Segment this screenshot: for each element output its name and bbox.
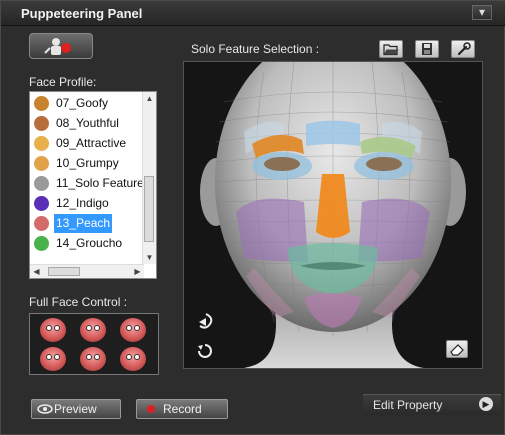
record-button[interactable]: Record	[136, 399, 228, 419]
collapse-button[interactable]: ▾	[472, 5, 492, 20]
list-item[interactable]: 10_Grumpy	[32, 154, 146, 173]
full-face-preset-icon[interactable]	[120, 347, 146, 371]
full-face-preset-icon[interactable]	[80, 347, 106, 371]
list-item-label: 07_Goofy	[56, 96, 109, 110]
list-item-label: 12_Indigo	[56, 196, 109, 210]
puppet-record-icon	[44, 38, 71, 55]
settings-button[interactable]	[451, 40, 475, 58]
full-face-preset-icon[interactable]	[80, 318, 106, 342]
head-model[interactable]	[184, 62, 482, 368]
full-face-control-label: Full Face Control :	[29, 295, 128, 309]
save-icon	[422, 43, 432, 55]
list-item[interactable]: 14_Groucho	[32, 234, 146, 253]
full-face-control-grid	[29, 313, 159, 375]
face-thumbnail-icon	[34, 176, 49, 191]
list-item[interactable]: 07_Goofy	[32, 94, 146, 113]
reset-icon[interactable]	[196, 342, 214, 360]
scroll-left-icon[interactable]: ◀	[30, 265, 43, 278]
list-item[interactable]: 08_Youthful	[32, 114, 146, 133]
face-thumbnail-icon	[34, 156, 49, 171]
face-thumbnail-icon	[34, 116, 49, 131]
edit-property-button[interactable]: Edit Property ▶	[363, 394, 501, 415]
list-item[interactable]: 11_Solo Feature	[32, 174, 146, 193]
preview-label: Preview	[54, 402, 97, 416]
play-arrow-icon: ▶	[479, 397, 493, 411]
puppet-record-button[interactable]	[29, 33, 93, 59]
open-folder-icon	[383, 44, 399, 56]
list-item-label: 13_Peach	[54, 214, 113, 233]
open-button[interactable]	[379, 40, 403, 58]
list-item-label: 11_Solo Feature	[56, 176, 144, 190]
eraser-button[interactable]	[446, 340, 468, 358]
face-thumbnail-icon	[34, 96, 49, 111]
horizontal-scrollbar[interactable]: ◀ ▶	[30, 264, 144, 278]
full-face-preset-icon[interactable]	[40, 318, 66, 342]
edit-property-label: Edit Property	[373, 398, 443, 412]
face-thumbnail-icon	[34, 216, 49, 231]
scroll-down-icon[interactable]: ▼	[143, 251, 156, 264]
face-profile-list[interactable]: 07_Goofy 08_Youthful 09_Attractive 10_Gr…	[29, 91, 157, 279]
record-dot-icon	[147, 405, 155, 413]
list-item-label: 10_Grumpy	[56, 156, 119, 170]
face-profile-label: Face Profile:	[29, 75, 97, 89]
save-button[interactable]	[415, 40, 439, 58]
solo-feature-label: Solo Feature Selection :	[191, 42, 320, 56]
face-thumbnail-icon	[34, 196, 49, 211]
list-item-label: 08_Youthful	[56, 116, 119, 130]
list-item[interactable]: 12_Indigo	[32, 194, 146, 213]
list-item-label: 14_Groucho	[56, 236, 123, 250]
scroll-thumb[interactable]	[144, 176, 154, 242]
scroll-up-icon[interactable]: ▲	[143, 92, 156, 105]
vertical-scrollbar[interactable]: ▲ ▼	[142, 92, 156, 264]
list-item[interactable]: 09_Attractive	[32, 134, 146, 153]
list-item-selected[interactable]: 13_Peach	[32, 214, 146, 233]
scroll-thumb[interactable]	[48, 267, 80, 276]
title-bar: Puppeteering Panel ▾	[1, 1, 505, 26]
face-thumbnail-icon	[34, 236, 49, 251]
full-face-preset-icon[interactable]	[120, 318, 146, 342]
face-feature-viewport[interactable]	[183, 61, 483, 369]
window-title: Puppeteering Panel	[21, 6, 143, 21]
rotate-head-icon[interactable]	[196, 312, 216, 332]
eye-icon	[37, 404, 53, 414]
wrench-icon	[457, 42, 471, 56]
record-label: Record	[163, 402, 202, 416]
preview-button[interactable]: Preview	[31, 399, 121, 419]
eraser-icon	[450, 344, 464, 356]
face-thumbnail-icon	[34, 136, 49, 151]
list-item-label: 09_Attractive	[56, 136, 127, 150]
full-face-preset-icon[interactable]	[40, 347, 66, 371]
puppeteering-panel: Puppeteering Panel ▾ Face Profile: 07_Go…	[0, 0, 505, 435]
scroll-right-icon[interactable]: ▶	[131, 265, 144, 278]
